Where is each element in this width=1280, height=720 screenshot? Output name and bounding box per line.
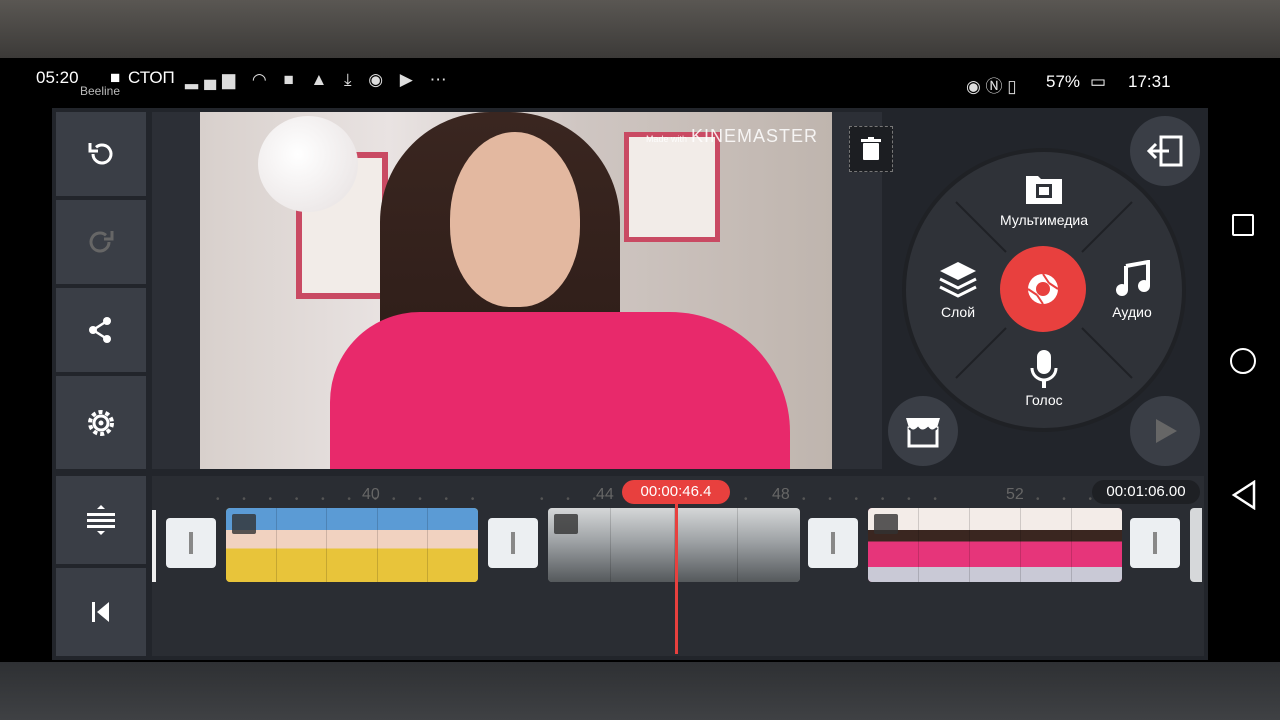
status-bar: 05:20 Beeline ■ СТОП ▂▄▆ ◠ ■ ▲ ⤓ ◉ ▶ ⋯ ◉… [0,58,1280,106]
ruler-dots: • [744,494,758,505]
status-time-right: 17:31 [1128,72,1171,91]
clip-thumbnail [377,508,429,582]
voice-label: Голос [1025,392,1063,408]
kinemaster-app: Made with KINEMASTER Мультимедиа Слой Ау… [52,108,1208,660]
transition-icon [189,532,193,554]
clip-thumbnail [428,508,478,582]
ruler-label-40: 40 [362,486,380,503]
delete-button[interactable] [849,126,893,172]
layer-label: Слой [940,304,976,320]
trash-icon [861,137,881,160]
status-icons-left: ▂▄▆ ◠ ■ ▲ ⤓ ◉ ▶ ⋯ [185,70,453,89]
skip-start-icon [92,602,109,622]
image-clip-icon [232,514,256,534]
film-folder-icon [1026,176,1062,204]
frame-right [624,132,720,242]
image-clip-icon [874,514,898,534]
audio-wheel-item[interactable]: Аудио [1092,260,1172,320]
media-wheel-item[interactable]: Мультимедиа [984,172,1104,232]
voice-wheel-item[interactable]: Голос [1004,348,1084,412]
kinemaster-watermark: Made with KINEMASTER [646,126,818,147]
ruler-label-52: 52 [1006,486,1024,503]
asset-store-button[interactable] [888,396,958,466]
gear-icon [88,409,114,436]
stop-icon: ■ [110,68,121,87]
clip-thumbnail [1072,508,1122,582]
timeline-height-button[interactable] [56,476,146,564]
settings-button[interactable] [56,376,146,469]
status-icons-right: ◉ Ⓝ ▯ [966,77,1017,96]
redo-icon [89,231,114,253]
clip-pink[interactable] [868,508,1122,582]
skip-to-start-button[interactable] [56,568,146,656]
phone-screen: 05:20 Beeline ■ СТОП ▂▄▆ ◠ ■ ▲ ⤓ ◉ ▶ ⋯ ◉… [0,58,1280,662]
layer-wheel-item[interactable]: Слой [918,260,998,320]
status-stop-label: СТОП [128,68,175,87]
clip-thumbnail [674,508,738,582]
transition-button[interactable] [488,518,538,568]
home-button[interactable] [1230,348,1256,374]
ruler-dots: • • • • • • [802,494,947,505]
transition-icon [1153,532,1157,554]
watermark-text: KINEMASTER [690,126,818,146]
undo-icon [88,143,113,165]
balloon-image [258,116,358,212]
store-icon [906,418,940,448]
audio-label: Аудио [1112,304,1152,320]
timeline[interactable]: • • • • • • • 40 • • • • • • • 44 • 48 •… [152,476,1204,656]
clip-thumbnail [327,508,378,582]
video-preview[interactable]: Made with KINEMASTER [200,112,832,469]
layers-icon [939,262,977,298]
clip-thumbnail [1021,508,1072,582]
shirt-image [330,312,790,469]
media-label: Мультимедиа [1000,212,1088,228]
undo-button[interactable] [56,112,146,196]
transition-button[interactable] [1130,518,1180,568]
face-image [450,132,580,307]
transition-button[interactable] [808,518,858,568]
clip-gray[interactable] [548,508,800,582]
clip-edge-left [152,510,156,582]
ruler-dots: • • • • [392,494,485,505]
bottom-blur-backdrop [0,662,1280,720]
clip-thumbnail [737,508,800,582]
recent-apps-button[interactable] [1232,214,1254,236]
camera-shutter-icon [1027,273,1059,305]
watermark-small-text: Made with [645,134,687,144]
image-clip-icon [554,514,578,534]
current-time: 00:00:46.4 [622,480,730,504]
android-nav-bar [1208,58,1280,662]
battery-icon: ▭ [1090,72,1107,91]
clip-thumbnail [276,508,328,582]
expand-vertical-icon [87,505,115,535]
transition-icon [831,532,835,554]
back-button[interactable] [1230,480,1258,510]
clip-thumbnail [919,508,970,582]
transition-button[interactable] [166,518,216,568]
ruler-label-48: 48 [772,486,790,503]
share-button[interactable] [56,288,146,372]
play-icon [1156,419,1177,443]
play-button[interactable] [1130,396,1200,466]
clip-yellow[interactable] [226,508,478,582]
music-note-icon [1116,260,1150,296]
transition-icon [511,532,515,554]
redo-button[interactable] [56,200,146,284]
share-icon [89,317,111,343]
top-blur-backdrop [0,0,1280,58]
playhead[interactable] [675,504,678,654]
clip-thumbnail [970,508,1021,582]
clip-thumbnail [611,508,675,582]
next-clip-edge[interactable] [1190,508,1202,582]
status-time-left: 05:20 [36,68,79,87]
total-duration: 00:01:06.00 [1092,480,1200,504]
ruler-label-44: 44 [596,486,614,503]
microphone-icon [1030,350,1058,388]
battery-percent: 57% [1046,72,1081,91]
